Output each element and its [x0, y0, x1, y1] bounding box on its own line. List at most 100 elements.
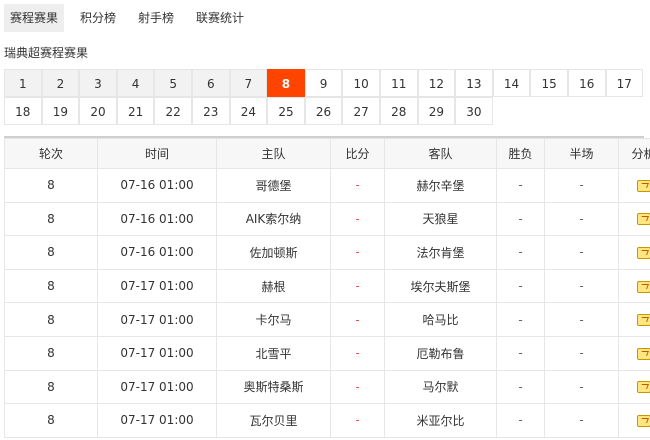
halftime-cell: -	[544, 168, 619, 203]
round-button-10[interactable]: 10	[342, 69, 380, 97]
round-button-22[interactable]: 22	[154, 97, 192, 125]
round-button-18[interactable]: 18	[4, 97, 42, 125]
analysis-icon[interactable]	[636, 347, 650, 360]
round-button-26[interactable]: 26	[304, 97, 343, 125]
round-button-15[interactable]: 15	[530, 69, 568, 97]
analysis-cell	[618, 201, 650, 237]
column-header: 胜负	[496, 138, 545, 169]
home-team-cell: 奥斯特桑斯	[216, 369, 331, 405]
round-button-9[interactable]: 9	[304, 69, 343, 97]
round-button-4[interactable]: 4	[116, 69, 155, 97]
round-button-24[interactable]: 24	[229, 97, 268, 125]
round-button-16[interactable]: 16	[567, 69, 606, 97]
analysis-icon[interactable]	[636, 414, 650, 427]
round-button-20[interactable]: 20	[79, 97, 117, 125]
table-row: 8 07-17 01:00 北雪平 - 厄勒布鲁 - -	[4, 335, 650, 371]
round-button-5[interactable]: 5	[154, 69, 192, 97]
round-button-8[interactable]: 8	[267, 69, 305, 97]
score-cell: -	[330, 235, 385, 270]
score-cell: -	[330, 201, 385, 237]
round-cell: 8	[4, 168, 98, 203]
round-button-27[interactable]: 27	[342, 97, 380, 125]
home-team-cell: AIK索尔纳	[216, 201, 331, 237]
result-cell: -	[496, 403, 545, 438]
column-header: 半场	[544, 138, 619, 169]
round-button-13[interactable]: 13	[455, 69, 493, 97]
home-team-cell: 瓦尔贝里	[216, 403, 331, 438]
schedule-table-container: 轮次 时间 主队 比分 客队 胜负 半场 分析 8 07-16 01:00 哥德堡 - 赫尔辛堡 - -8…	[4, 136, 650, 438]
section-title: 瑞典超赛程赛果	[4, 46, 89, 60]
analysis-icon[interactable]	[636, 314, 650, 327]
table-header-row: 轮次 时间 主队 比分 客队 胜负 半场 分析	[4, 138, 650, 169]
round-button-28[interactable]: 28	[379, 97, 418, 125]
result-cell: -	[496, 268, 545, 304]
halftime-cell: -	[544, 201, 619, 237]
round-button-11[interactable]: 11	[379, 69, 418, 97]
analysis-cell	[618, 403, 650, 438]
analysis-icon[interactable]	[636, 280, 650, 293]
time-cell: 07-16 01:00	[97, 235, 217, 270]
round-selector: 1 2 3 4 5 6 7 8 9 10 11 12 13 14 15 16 17 18 19 20 21 22 23 24…	[4, 69, 644, 125]
tab-schedule-results[interactable]: 赛程赛果	[4, 4, 65, 32]
analysis-cell	[618, 268, 650, 304]
table-row: 8 07-16 01:00 AIK索尔纳 - 天狼星 - -	[4, 201, 650, 237]
halftime-cell: -	[544, 369, 619, 405]
round-button-25[interactable]: 25	[267, 97, 305, 125]
round-cell: 8	[4, 369, 98, 405]
time-cell: 07-17 01:00	[97, 403, 217, 438]
analysis-icon[interactable]	[636, 213, 650, 226]
away-team-cell: 天狼星	[384, 201, 497, 237]
result-cell: -	[496, 302, 545, 337]
round-button-6[interactable]: 6	[191, 69, 230, 97]
round-cell: 8	[4, 335, 98, 371]
tab-league-stats[interactable]: 联赛统计	[190, 4, 250, 32]
tab-top-scorers[interactable]: 射手榜	[132, 4, 180, 32]
table-row: 8 07-16 01:00 佐加顿斯 - 法尔肯堡 - -	[4, 235, 650, 270]
halftime-cell: -	[544, 335, 619, 371]
away-team-cell: 米亚尔比	[384, 403, 497, 438]
column-header: 分析	[618, 138, 650, 169]
score-cell: -	[330, 335, 385, 371]
round-cell: 8	[4, 201, 98, 237]
home-team-cell: 卡尔马	[216, 302, 331, 337]
table-row: 8 07-16 01:00 哥德堡 - 赫尔辛堡 - -	[4, 168, 650, 203]
round-button-7[interactable]: 7	[229, 69, 268, 97]
away-team-cell: 法尔肯堡	[384, 235, 497, 270]
round-button-21[interactable]: 21	[116, 97, 155, 125]
away-team-cell: 埃尔夫斯堡	[384, 268, 497, 304]
halftime-cell: -	[544, 235, 619, 270]
table-row: 8 07-17 01:00 瓦尔贝里 - 米亚尔比 - -	[4, 403, 650, 438]
round-button-1[interactable]: 1	[4, 69, 42, 97]
result-cell: -	[496, 369, 545, 405]
table-row: 8 07-17 01:00 赫根 - 埃尔夫斯堡 - -	[4, 268, 650, 304]
round-button-3[interactable]: 3	[79, 69, 117, 97]
round-button-12[interactable]: 12	[417, 69, 456, 97]
round-button-2[interactable]: 2	[41, 69, 80, 97]
column-header: 比分	[330, 138, 385, 169]
tab-standings[interactable]: 积分榜	[74, 4, 122, 32]
round-cell: 8	[4, 268, 98, 304]
round-row-2: 18 19 20 21 22 23 24 25 26 27 28 29 30	[4, 97, 644, 125]
analysis-cell	[618, 235, 650, 270]
halftime-cell: -	[544, 268, 619, 304]
time-cell: 07-17 01:00	[97, 369, 217, 405]
result-cell: -	[496, 335, 545, 371]
time-cell: 07-16 01:00	[97, 201, 217, 237]
round-button-17[interactable]: 17	[605, 69, 644, 97]
round-button-23[interactable]: 23	[191, 97, 230, 125]
away-team-cell: 赫尔辛堡	[384, 168, 497, 203]
column-header: 主队	[216, 138, 331, 169]
schedule-table: 轮次 时间 主队 比分 客队 胜负 半场 分析 8 07-16 01:00 哥德堡 - 赫尔辛堡 - -8…	[4, 138, 650, 438]
round-button-29[interactable]: 29	[417, 97, 456, 125]
round-button-14[interactable]: 14	[492, 69, 531, 97]
round-button-30[interactable]: 30	[455, 97, 493, 125]
round-cell: 8	[4, 235, 98, 270]
result-cell: -	[496, 235, 545, 270]
analysis-icon[interactable]	[636, 179, 650, 192]
analysis-icon[interactable]	[636, 381, 650, 394]
analysis-cell	[618, 369, 650, 405]
round-button-19[interactable]: 19	[41, 97, 80, 125]
analysis-icon[interactable]	[636, 246, 650, 259]
analysis-cell	[618, 302, 650, 337]
score-cell: -	[330, 168, 385, 203]
